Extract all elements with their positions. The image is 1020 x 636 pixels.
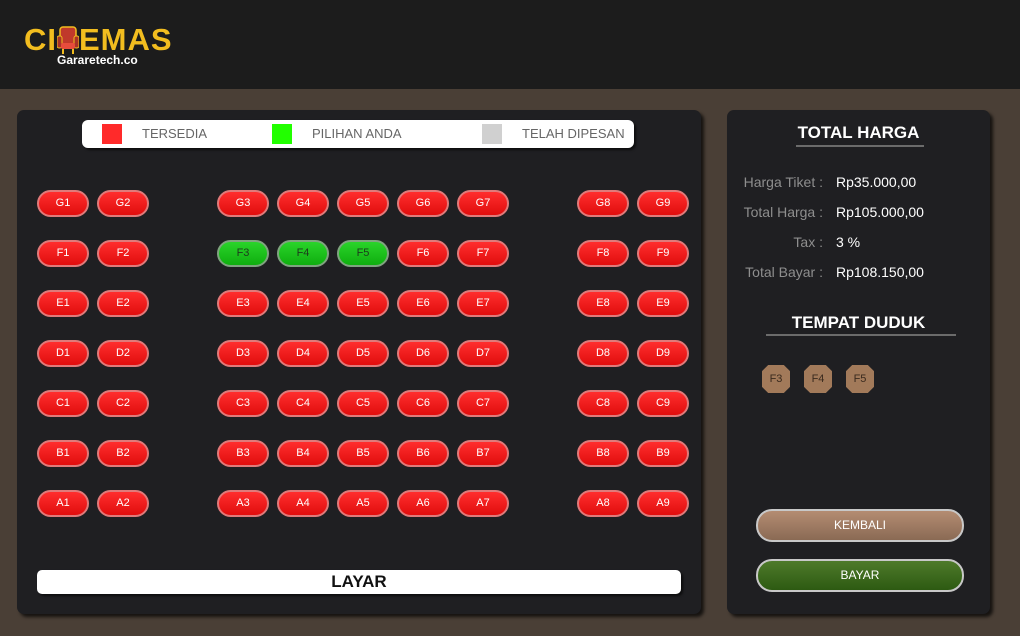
seat-b6[interactable]: B6: [397, 440, 449, 467]
seat-b2[interactable]: B2: [97, 440, 149, 467]
seat-b5[interactable]: B5: [337, 440, 389, 467]
legend-label: TERSEDIA: [142, 126, 208, 141]
seat-b1[interactable]: B1: [37, 440, 89, 467]
legend-label: PILIHAN ANDA: [312, 126, 402, 141]
logo-subtitle: Gararetech.co: [57, 53, 138, 67]
app-logo[interactable]: CI EMAS Gararetech.co: [24, 22, 184, 70]
tax-value: 3 %: [836, 234, 861, 250]
booked-swatch-icon: [482, 124, 502, 144]
total-pay-value: Rp108.150,00: [836, 264, 924, 280]
ticket-price-label: Harga Tiket :: [743, 174, 823, 190]
subtotal-label: Total Harga :: [743, 204, 823, 220]
seat-e7[interactable]: E7: [457, 290, 509, 317]
seat-c6[interactable]: C6: [397, 390, 449, 417]
seat-a3[interactable]: A3: [217, 490, 269, 517]
seats-title-underline: [766, 334, 956, 336]
seat-f5[interactable]: F5: [337, 240, 389, 267]
legend-label: TELAH DIPESAN: [522, 126, 625, 141]
chosen-seat-chip: F4: [804, 365, 832, 393]
seat-d2[interactable]: D2: [97, 340, 149, 367]
seat-f3[interactable]: F3: [217, 240, 269, 267]
seat-f6[interactable]: F6: [397, 240, 449, 267]
subtotal-value: Rp105.000,00: [836, 204, 924, 220]
seat-c8[interactable]: C8: [577, 390, 629, 417]
seat-a7[interactable]: A7: [457, 490, 509, 517]
cinema-seat-icon: [57, 26, 79, 54]
seat-b8[interactable]: B8: [577, 440, 629, 467]
seat-g4[interactable]: G4: [277, 190, 329, 217]
back-button[interactable]: KEMBALI: [756, 509, 964, 542]
seat-a1[interactable]: A1: [37, 490, 89, 517]
seat-f7[interactable]: F7: [457, 240, 509, 267]
selected-swatch-icon: [272, 124, 292, 144]
seat-g3[interactable]: G3: [217, 190, 269, 217]
seat-b3[interactable]: B3: [217, 440, 269, 467]
seat-f4[interactable]: F4: [277, 240, 329, 267]
tax-label: Tax :: [793, 234, 823, 250]
seat-g5[interactable]: G5: [337, 190, 389, 217]
seat-a2[interactable]: A2: [97, 490, 149, 517]
seat-e9[interactable]: E9: [637, 290, 689, 317]
seat-a9[interactable]: A9: [637, 490, 689, 517]
chosen-seat-chip: F3: [762, 365, 790, 393]
seat-legend: TERSEDIA PILIHAN ANDA TELAH DIPESAN: [82, 120, 634, 148]
total-pay-label: Total Bayar :: [745, 264, 823, 280]
seat-c7[interactable]: C7: [457, 390, 509, 417]
seat-c4[interactable]: C4: [277, 390, 329, 417]
seat-e2[interactable]: E2: [97, 290, 149, 317]
available-swatch-icon: [102, 124, 122, 144]
seat-b9[interactable]: B9: [637, 440, 689, 467]
seat-d3[interactable]: D3: [217, 340, 269, 367]
ticket-price-value: Rp35.000,00: [836, 174, 917, 190]
seat-f2[interactable]: F2: [97, 240, 149, 267]
seat-g2[interactable]: G2: [97, 190, 149, 217]
seat-d5[interactable]: D5: [337, 340, 389, 367]
seat-d7[interactable]: D7: [457, 340, 509, 367]
seat-a5[interactable]: A5: [337, 490, 389, 517]
seat-d6[interactable]: D6: [397, 340, 449, 367]
seat-f8[interactable]: F8: [577, 240, 629, 267]
seat-d8[interactable]: D8: [577, 340, 629, 367]
title-underline: [796, 145, 924, 147]
seat-d1[interactable]: D1: [37, 340, 89, 367]
seat-e4[interactable]: E4: [277, 290, 329, 317]
seat-a6[interactable]: A6: [397, 490, 449, 517]
logo-text-left: CI: [24, 22, 57, 57]
top-bar: CI EMAS Gararetech.co: [0, 0, 1020, 89]
seat-e3[interactable]: E3: [217, 290, 269, 317]
seat-c2[interactable]: C2: [97, 390, 149, 417]
seat-d9[interactable]: D9: [637, 340, 689, 367]
seat-c9[interactable]: C9: [637, 390, 689, 417]
seat-e1[interactable]: E1: [37, 290, 89, 317]
seat-c5[interactable]: C5: [337, 390, 389, 417]
seat-g7[interactable]: G7: [457, 190, 509, 217]
seat-a4[interactable]: A4: [277, 490, 329, 517]
total-price-title: TOTAL HARGA: [797, 123, 920, 142]
seat-c1[interactable]: C1: [37, 390, 89, 417]
seat-e6[interactable]: E6: [397, 290, 449, 317]
seat-d4[interactable]: D4: [277, 340, 329, 367]
seat-f1[interactable]: F1: [37, 240, 89, 267]
seat-g1[interactable]: G1: [37, 190, 89, 217]
seat-g8[interactable]: G8: [577, 190, 629, 217]
seat-e5[interactable]: E5: [337, 290, 389, 317]
chosen-seat-chip: F5: [846, 365, 874, 393]
seat-e8[interactable]: E8: [577, 290, 629, 317]
logo-text-right: EMAS: [79, 22, 173, 57]
seat-b7[interactable]: B7: [457, 440, 509, 467]
seat-b4[interactable]: B4: [277, 440, 329, 467]
summary-panel: TOTAL HARGA Harga Tiket : Rp35.000,00 To…: [727, 110, 990, 614]
seat-map-panel: TERSEDIA PILIHAN ANDA TELAH DIPESAN G1 G2…: [17, 110, 701, 614]
seat-g6[interactable]: G6: [397, 190, 449, 217]
seat-c3[interactable]: C3: [217, 390, 269, 417]
seats-title: TEMPAT DUDUK: [791, 313, 926, 332]
seat-f9[interactable]: F9: [637, 240, 689, 267]
seat-a8[interactable]: A8: [577, 490, 629, 517]
seat-g9[interactable]: G9: [637, 190, 689, 217]
screen-label: LAYAR: [37, 570, 681, 594]
pay-button[interactable]: BAYAR: [756, 559, 964, 592]
